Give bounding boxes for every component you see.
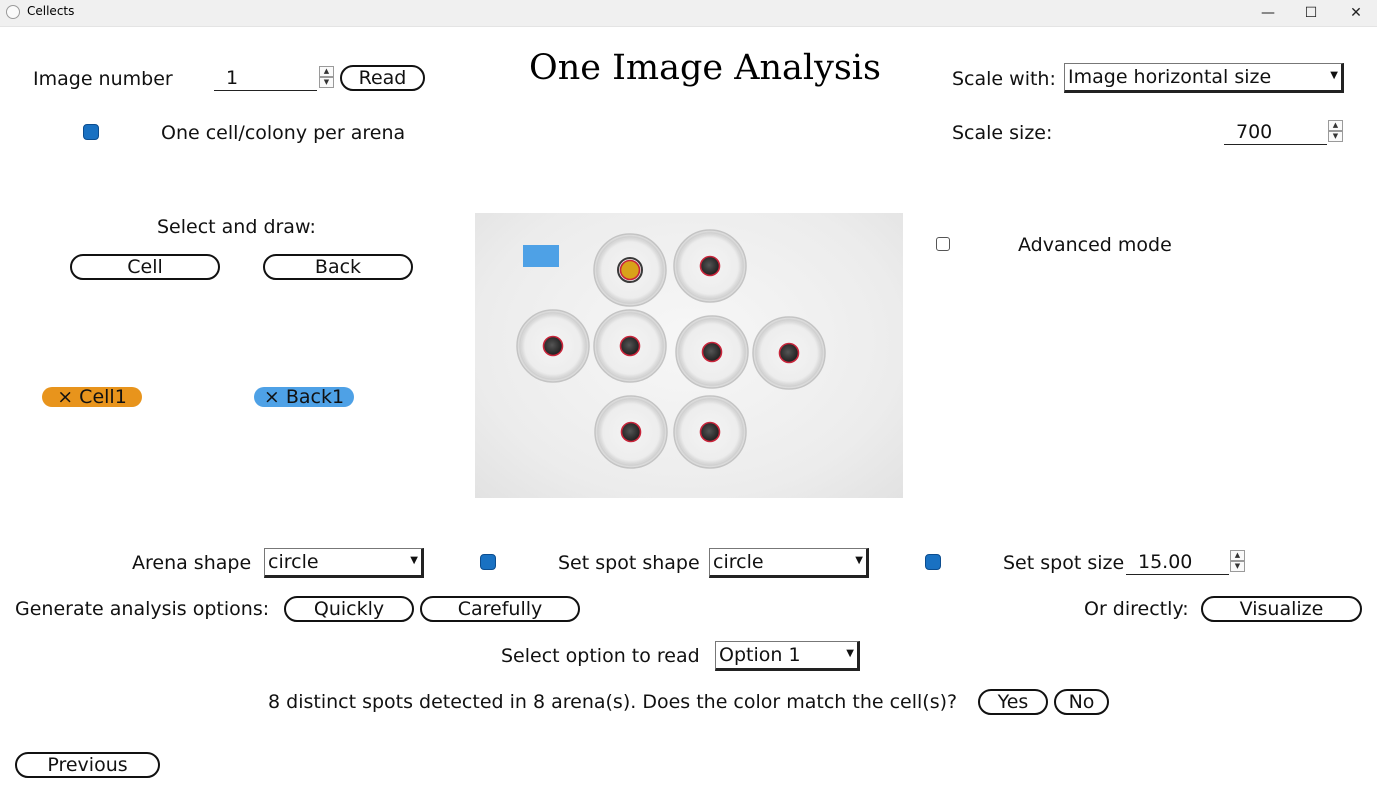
scale-size-label: Scale size: xyxy=(952,122,1053,144)
spin-up-icon[interactable]: ▲ xyxy=(1328,120,1343,131)
close-icon[interactable]: ✕ xyxy=(1333,0,1377,26)
detected-spot xyxy=(620,421,642,443)
spin-down-icon[interactable]: ▼ xyxy=(1230,561,1245,572)
back-button[interactable]: Back xyxy=(263,254,413,280)
yes-button[interactable]: Yes xyxy=(978,689,1048,715)
analysis-image[interactable] xyxy=(475,213,903,498)
spot-shape-checkbox[interactable] xyxy=(925,554,941,570)
spot-size-input[interactable] xyxy=(1126,549,1229,575)
page-title: One Image Analysis xyxy=(529,48,881,88)
cell-button[interactable]: Cell xyxy=(70,254,220,280)
arena-dish xyxy=(673,229,747,303)
back1-tag[interactable]: × Back1 xyxy=(254,386,354,408)
spin-down-icon[interactable]: ▼ xyxy=(1328,131,1343,142)
generate-options-label: Generate analysis options: xyxy=(15,598,270,620)
minimize-icon[interactable]: — xyxy=(1245,0,1291,26)
scale-size-input[interactable] xyxy=(1224,119,1327,145)
arena-dish xyxy=(675,315,749,389)
detected-spot xyxy=(619,335,641,357)
app-icon xyxy=(6,5,20,19)
image-number-input[interactable] xyxy=(214,65,317,91)
dropdown-arrow-icon: ▼ xyxy=(855,555,863,566)
select-draw-label: Select and draw: xyxy=(157,216,316,238)
spin-up-icon[interactable]: ▲ xyxy=(319,66,334,77)
detected-spot xyxy=(699,255,721,277)
scale-with-value: Image horizontal size xyxy=(1068,66,1272,88)
spot-shape-select[interactable]: circle ▼ xyxy=(709,548,869,578)
read-button[interactable]: Read xyxy=(340,65,425,91)
spin-up-icon[interactable]: ▲ xyxy=(1230,550,1245,561)
dropdown-arrow-icon: ▼ xyxy=(846,648,854,659)
arena-dish xyxy=(673,395,747,469)
carefully-button[interactable]: Carefully xyxy=(420,596,580,622)
spot-size-label: Set spot size xyxy=(1003,552,1125,574)
maximize-icon[interactable]: ☐ xyxy=(1288,0,1334,26)
spot-size-spinner[interactable]: ▲ ▼ xyxy=(1230,550,1245,572)
window-title: Cellects xyxy=(27,4,75,18)
quickly-button[interactable]: Quickly xyxy=(284,596,414,622)
arena-dish xyxy=(594,395,668,469)
one-cell-label: One cell/colony per arena xyxy=(161,122,406,144)
advanced-mode-checkbox[interactable] xyxy=(936,237,950,251)
select-option-label: Select option to read xyxy=(501,645,700,667)
detected-spot xyxy=(699,421,721,443)
detected-spot xyxy=(701,341,723,363)
detected-spot xyxy=(778,342,800,364)
option-select-value: Option 1 xyxy=(719,644,801,666)
window-title-bar: Cellects — ☐ ✕ xyxy=(0,0,1377,27)
arena-dish xyxy=(752,316,826,390)
detection-message: 8 distinct spots detected in 8 arena(s).… xyxy=(268,691,958,713)
previous-button[interactable]: Previous xyxy=(15,752,160,778)
detected-spot xyxy=(542,335,564,357)
visualize-button[interactable]: Visualize xyxy=(1201,596,1362,622)
petri-dish-image[interactable] xyxy=(475,213,903,498)
detected-spot xyxy=(619,259,641,281)
one-cell-checkbox[interactable] xyxy=(83,124,99,140)
arena-shape-value: circle xyxy=(268,551,319,573)
dropdown-arrow-icon: ▼ xyxy=(410,555,418,566)
back-marker xyxy=(523,245,559,267)
spot-shape-value: circle xyxy=(713,551,764,573)
dropdown-arrow-icon: ▼ xyxy=(1330,70,1338,81)
scale-with-select[interactable]: Image horizontal size ▼ xyxy=(1064,63,1344,93)
scale-size-spinner[interactable]: ▲ ▼ xyxy=(1328,120,1343,142)
option-select[interactable]: Option 1 ▼ xyxy=(715,641,860,671)
arena-dish xyxy=(516,309,590,383)
or-directly-label: Or directly: xyxy=(1084,598,1189,620)
cell1-tag[interactable]: × Cell1 xyxy=(42,386,142,408)
image-number-spinner[interactable]: ▲ ▼ xyxy=(319,66,334,88)
arena-dish xyxy=(593,233,667,307)
advanced-mode-label: Advanced mode xyxy=(1018,234,1172,256)
arena-dish xyxy=(593,309,667,383)
no-button[interactable]: No xyxy=(1054,689,1109,715)
image-number-label: Image number xyxy=(33,68,173,90)
arena-shape-label: Arena shape xyxy=(132,552,252,574)
arena-shape-checkbox[interactable] xyxy=(480,554,496,570)
arena-shape-select[interactable]: circle ▼ xyxy=(264,548,424,578)
scale-with-label: Scale with: xyxy=(952,68,1056,90)
spin-down-icon[interactable]: ▼ xyxy=(319,77,334,88)
spot-shape-label: Set spot shape xyxy=(558,552,700,574)
